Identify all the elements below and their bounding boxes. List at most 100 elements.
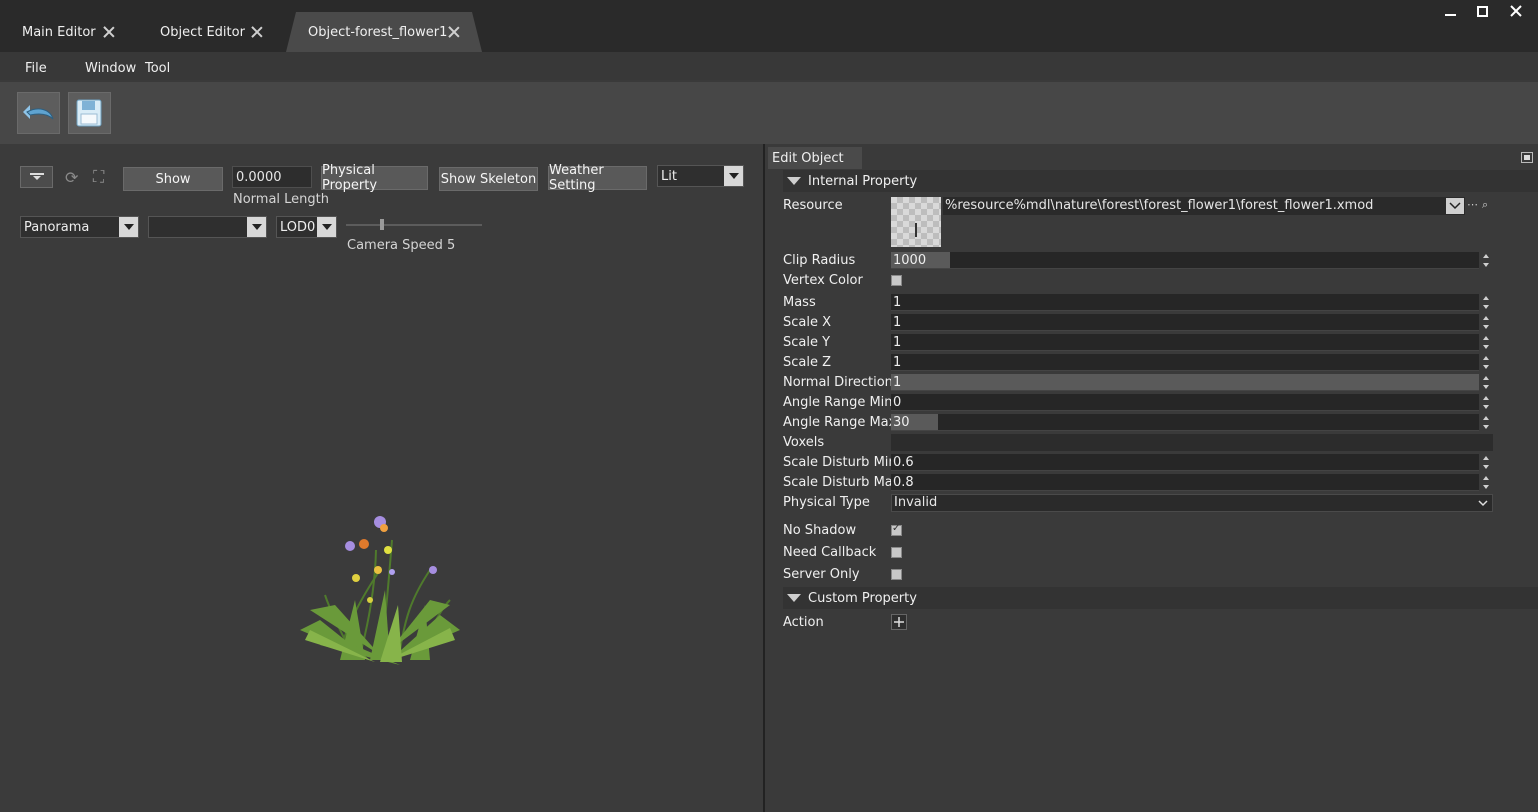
- minimize-button[interactable]: [1434, 0, 1466, 22]
- close-window-button[interactable]: [1500, 0, 1532, 22]
- prop-label-scale-z: Scale Z: [783, 355, 832, 370]
- secondary-select[interactable]: [148, 216, 267, 238]
- lod-select[interactable]: LOD0: [276, 216, 337, 238]
- show-button[interactable]: Show: [123, 167, 223, 191]
- mass-spinner[interactable]: [1482, 294, 1492, 311]
- need-callback-checkbox[interactable]: [891, 547, 902, 558]
- prop-label-scale-disturb-min: Scale Disturb Min: [783, 455, 897, 470]
- field-value: 1000: [893, 253, 927, 268]
- no-shadow-checkbox[interactable]: [891, 523, 902, 536]
- scale-disturb-max-spinner[interactable]: [1482, 474, 1492, 491]
- dropdown-icon: [29, 173, 44, 180]
- voxels-field[interactable]: [891, 434, 1493, 451]
- scale-z-input[interactable]: 1: [891, 354, 1479, 371]
- menu-file[interactable]: File: [25, 61, 47, 76]
- tab-label: Object-forest_flower1: [308, 24, 448, 40]
- scale-disturb-min-input[interactable]: 0.6: [891, 454, 1479, 471]
- browse-icon[interactable]: ⋯: [1467, 198, 1478, 211]
- section-title: Custom Property: [808, 590, 917, 606]
- section-custom-property[interactable]: Custom Property: [783, 587, 1538, 609]
- toolbar: [0, 82, 1538, 144]
- close-icon[interactable]: [250, 25, 264, 39]
- clip-radius-spinner[interactable]: [1482, 252, 1492, 269]
- close-icon[interactable]: [102, 25, 116, 39]
- prop-label-angle-range-max: Angle Range Max: [783, 415, 897, 430]
- normal-direction-spinner[interactable]: [1482, 374, 1492, 391]
- camera-speed-slider[interactable]: [346, 219, 482, 230]
- scale-y-input[interactable]: 1: [891, 334, 1479, 351]
- voxels-label: Voxels: [783, 435, 825, 450]
- action-label: Action: [783, 615, 824, 630]
- chevron-down-icon: [724, 166, 743, 186]
- lighting-mode-value: Lit: [661, 168, 677, 184]
- camera-speed-label: Camera Speed 5: [347, 238, 456, 253]
- vertex-color-checkbox[interactable]: [891, 275, 902, 286]
- lod-value: LOD0: [280, 219, 316, 235]
- model-preview: [300, 516, 460, 665]
- panel-title: Edit Object: [768, 147, 862, 169]
- angle-range-max-spinner[interactable]: [1482, 414, 1492, 431]
- save-button[interactable]: [68, 92, 111, 134]
- search-icon[interactable]: ⌕: [1482, 198, 1488, 212]
- plus-icon: [894, 617, 904, 627]
- section-internal-property[interactable]: Internal Property: [783, 170, 1538, 192]
- clip-radius-input[interactable]: 1000: [891, 252, 1479, 269]
- angle-range-min-spinner[interactable]: [1482, 394, 1492, 411]
- field-value: 1: [893, 355, 902, 370]
- angle-range-min-input[interactable]: 0: [891, 394, 1479, 411]
- chevron-down-icon: [1478, 500, 1488, 507]
- resource-path-field[interactable]: %resource%mdl\nature\forest\forest_flowe…: [943, 197, 1465, 215]
- prop-label-scale-x: Scale X: [783, 315, 832, 330]
- server-only-checkbox[interactable]: [891, 569, 902, 580]
- server-only-label: Server Only: [783, 567, 860, 582]
- pin-icon[interactable]: [1521, 152, 1533, 163]
- physical-type-select[interactable]: Invalid: [891, 494, 1493, 512]
- scale-disturb-max-input[interactable]: 0.8: [891, 474, 1479, 491]
- tab-object-editor[interactable]: Object Editor: [138, 12, 286, 52]
- add-action-button[interactable]: [891, 614, 907, 630]
- field-value: 1: [893, 375, 902, 390]
- maximize-button[interactable]: [1466, 0, 1498, 22]
- field-value: 0.8: [893, 475, 914, 490]
- resource-dropdown-button[interactable]: [1446, 198, 1464, 214]
- undo-button[interactable]: [17, 92, 60, 134]
- menu-tool[interactable]: Tool: [145, 61, 170, 76]
- menu-window[interactable]: Window: [85, 61, 136, 76]
- tab-label: Object Editor: [160, 24, 245, 40]
- scale-x-input[interactable]: 1: [891, 314, 1479, 331]
- need-callback-label: Need Callback: [783, 545, 877, 560]
- physical-type-value: Invalid: [894, 495, 938, 510]
- prop-label-scale-disturb-max: Scale Disturb Max: [783, 475, 901, 490]
- lighting-mode-select[interactable]: Lit: [657, 165, 744, 187]
- save-icon: [76, 99, 102, 127]
- tab-main-editor[interactable]: Main Editor: [0, 12, 140, 52]
- prop-label-mass: Mass: [783, 295, 816, 310]
- no-shadow-label: No Shadow: [783, 523, 857, 538]
- fit-view-icon[interactable]: ⛶: [93, 167, 104, 187]
- mass-input[interactable]: 1: [891, 294, 1479, 311]
- field-value: 0.6: [893, 455, 914, 470]
- slider-handle[interactable]: [380, 219, 384, 230]
- scale-x-spinner[interactable]: [1482, 314, 1492, 331]
- refresh-icon[interactable]: ⟳: [65, 168, 78, 187]
- field-value: 1: [893, 295, 902, 310]
- normal-length-input[interactable]: 0.0000: [232, 166, 312, 188]
- show-skeleton-button[interactable]: Show Skeleton: [439, 167, 538, 191]
- chevron-down-icon: [119, 217, 138, 237]
- scale-y-spinner[interactable]: [1482, 334, 1492, 351]
- scale-disturb-min-spinner[interactable]: [1482, 454, 1492, 471]
- undo-icon: [23, 105, 54, 120]
- angle-range-max-input[interactable]: 30: [891, 414, 1479, 431]
- scale-z-spinner[interactable]: [1482, 354, 1492, 371]
- weather-setting-button[interactable]: Weather Setting: [548, 163, 647, 193]
- camera-mode-select[interactable]: Panorama: [20, 216, 139, 238]
- prop-label-angle-range-min: Angle Range Min: [783, 395, 893, 410]
- physical-property-button[interactable]: Physical Property: [321, 163, 428, 193]
- chevron-down-icon: [1449, 202, 1461, 210]
- tab-object-forest-flower1[interactable]: Object-forest_flower1: [286, 12, 482, 52]
- vertex-color-label: Vertex Color: [783, 273, 863, 288]
- normal-direction-input[interactable]: 1: [891, 374, 1479, 391]
- close-icon[interactable]: [447, 25, 461, 39]
- maximize-icon: [1476, 5, 1488, 17]
- viewport-menu-button[interactable]: [20, 166, 53, 188]
